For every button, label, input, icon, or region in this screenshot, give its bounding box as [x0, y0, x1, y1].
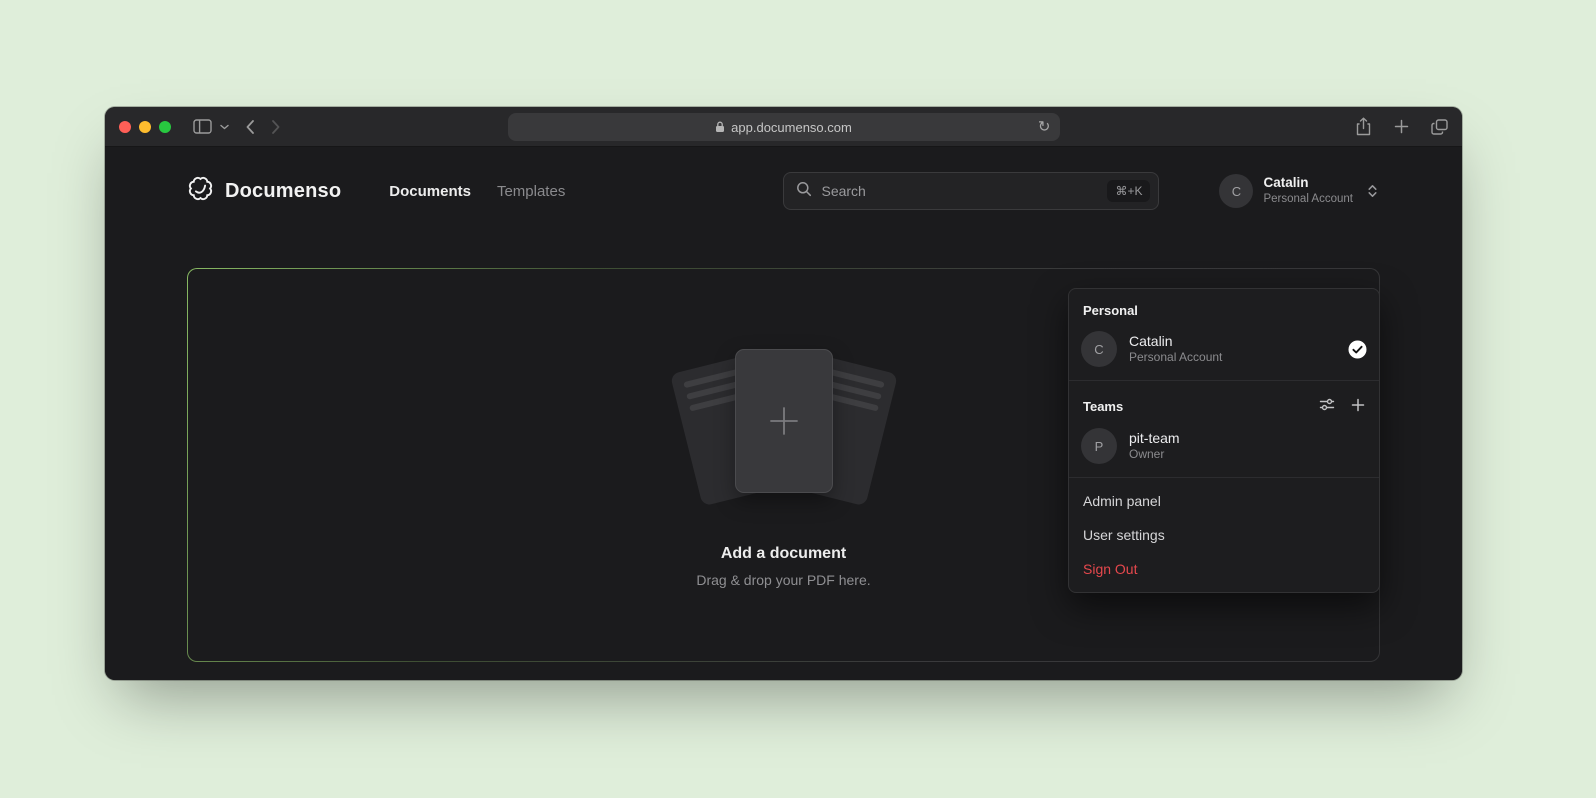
document-stack-illustration — [659, 343, 909, 519]
nav-documents[interactable]: Documents — [389, 183, 471, 200]
search-icon — [796, 181, 812, 202]
team-item-text: pit-team Owner — [1129, 429, 1180, 463]
documenso-logo-icon — [187, 175, 214, 207]
page-content: Documenso Documents Templates ⌘+K C — [105, 171, 1462, 680]
check-icon — [1348, 340, 1367, 359]
account-name: Catalin — [1263, 175, 1353, 192]
divider — [1069, 380, 1379, 381]
toolbar-right-icons — [1355, 117, 1448, 136]
browser-toolbar: app.documenso.com ↻ — [105, 107, 1462, 147]
url-text: app.documenso.com — [731, 120, 852, 135]
avatar: C — [1081, 331, 1117, 367]
avatar: P — [1081, 428, 1117, 464]
account-dropdown-menu: Personal C Catalin Personal Account Team… — [1068, 288, 1380, 593]
dropzone-title: Add a document — [721, 545, 846, 563]
sidebar-icon[interactable] — [193, 119, 212, 134]
app-header: Documenso Documents Templates ⌘+K C — [187, 171, 1380, 211]
teams-section-label: Teams — [1069, 387, 1379, 421]
divider — [1069, 477, 1379, 478]
personal-account-item[interactable]: C Catalin Personal Account — [1069, 324, 1379, 377]
window-controls — [119, 121, 171, 133]
brand-name: Documenso — [225, 180, 341, 203]
tabs-overview-icon[interactable] — [1431, 119, 1448, 135]
team-item-subtitle: Owner — [1129, 447, 1180, 463]
browser-window: app.documenso.com ↻ — [105, 107, 1462, 680]
main-nav: Documents Templates — [389, 183, 565, 200]
nav-templates[interactable]: Templates — [497, 183, 565, 200]
menu-item-user-settings[interactable]: User settings — [1069, 518, 1379, 552]
chevron-down-icon[interactable] — [220, 124, 229, 130]
dropzone-subtitle: Drag & drop your PDF here. — [696, 572, 870, 588]
personal-item-subtitle: Personal Account — [1129, 350, 1222, 366]
search-box[interactable]: ⌘+K — [783, 172, 1159, 210]
share-icon[interactable] — [1355, 117, 1372, 136]
team-settings-icon[interactable] — [1319, 397, 1335, 415]
zoom-button[interactable] — [159, 121, 171, 133]
menu-item-admin-panel[interactable]: Admin panel — [1069, 484, 1379, 518]
forward-icon[interactable] — [271, 119, 281, 135]
minimize-button[interactable] — [139, 121, 151, 133]
personal-item-text: Catalin Personal Account — [1129, 332, 1222, 366]
lock-icon — [715, 121, 725, 133]
add-team-icon[interactable] — [1351, 398, 1365, 415]
toolbar-left-icons — [193, 119, 281, 135]
account-menu-trigger[interactable]: C Catalin Personal Account — [1219, 174, 1380, 208]
address-bar[interactable]: app.documenso.com ↻ — [508, 113, 1060, 141]
new-tab-icon[interactable] — [1394, 119, 1409, 134]
search-shortcut-badge: ⌘+K — [1107, 180, 1150, 202]
account-text: Catalin Personal Account — [1263, 175, 1353, 206]
avatar: C — [1219, 174, 1253, 208]
personal-item-name: Catalin — [1129, 332, 1222, 350]
refresh-icon[interactable]: ↻ — [1038, 120, 1051, 135]
search-input[interactable] — [821, 183, 1107, 199]
account-subtitle: Personal Account — [1263, 192, 1353, 206]
team-item[interactable]: P pit-team Owner — [1069, 421, 1379, 474]
plus-icon — [764, 401, 804, 441]
close-button[interactable] — [119, 121, 131, 133]
personal-section-label: Personal — [1069, 293, 1379, 324]
team-item-name: pit-team — [1129, 429, 1180, 447]
teams-section-icons — [1319, 397, 1365, 415]
menu-item-sign-out[interactable]: Sign Out — [1069, 552, 1379, 586]
teams-section-text: Teams — [1083, 399, 1123, 414]
back-icon[interactable] — [245, 119, 255, 135]
personal-section-text: Personal — [1083, 303, 1138, 318]
document-card-center — [735, 349, 833, 493]
chevron-up-down-icon — [1365, 183, 1380, 199]
brand[interactable]: Documenso — [187, 175, 341, 207]
